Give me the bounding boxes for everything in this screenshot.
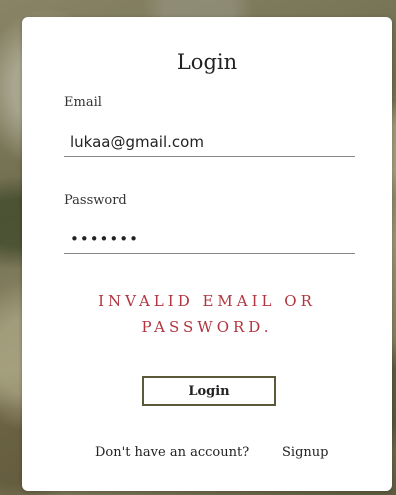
- password-label: Password: [64, 193, 127, 208]
- password-field[interactable]: [64, 224, 355, 254]
- email-field[interactable]: [64, 127, 355, 157]
- page-title: Login: [176, 50, 238, 74]
- no-account-text: Don't have an account?: [95, 445, 250, 460]
- email-label: Email: [64, 95, 102, 110]
- error-message: INVALID EMAIL OR PASSWORD.: [98, 292, 316, 336]
- login-button[interactable]: Login: [142, 376, 276, 406]
- login-card: Login Email Password INVALID EMAIL OR PA…: [22, 17, 392, 491]
- signup-link[interactable]: Signup: [282, 445, 328, 460]
